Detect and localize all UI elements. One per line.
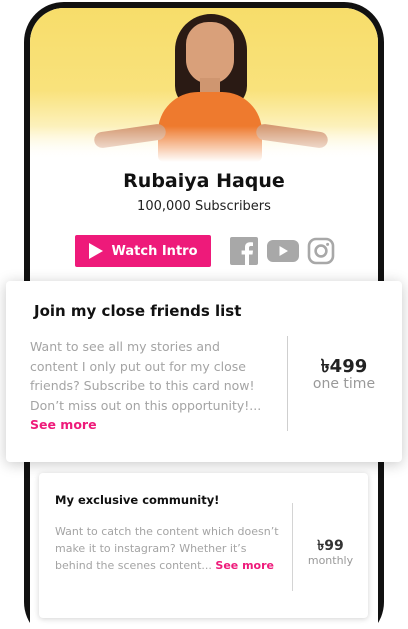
page: Rubaiya Haque 100,000 Subscribers Watch … — [0, 0, 408, 629]
instagram-icon[interactable] — [307, 237, 335, 265]
see-more-link[interactable]: See more — [30, 417, 97, 432]
card-price-period: one time — [312, 376, 376, 392]
card-title: My exclusive community! — [55, 493, 220, 507]
photo-fade — [30, 126, 378, 162]
see-more-link[interactable]: See more — [215, 559, 274, 572]
watch-intro-button[interactable]: Watch Intro — [75, 235, 211, 267]
card-description: Want to see all my stories and content I… — [30, 337, 270, 435]
subscription-card-close-friends[interactable]: Join my close friends list Want to see a… — [6, 281, 402, 462]
profile-name: Rubaiya Haque — [123, 170, 285, 192]
card-description: Want to catch the content which doesn’t … — [55, 523, 287, 574]
photo-face — [186, 22, 234, 84]
subscription-card-community[interactable]: My exclusive community! Want to catch th… — [39, 473, 368, 618]
subscriber-count: 100,000 Subscribers — [137, 199, 271, 214]
facebook-icon[interactable] — [230, 237, 258, 265]
watch-intro-label: Watch Intro — [111, 243, 198, 259]
youtube-icon[interactable] — [267, 240, 299, 262]
card-title: Join my close friends list — [34, 302, 242, 320]
profile-photo — [30, 8, 378, 162]
play-icon — [88, 243, 103, 259]
card-description-text: Want to see all my stories and content I… — [30, 339, 262, 413]
card-price-period: monthly — [307, 554, 354, 567]
